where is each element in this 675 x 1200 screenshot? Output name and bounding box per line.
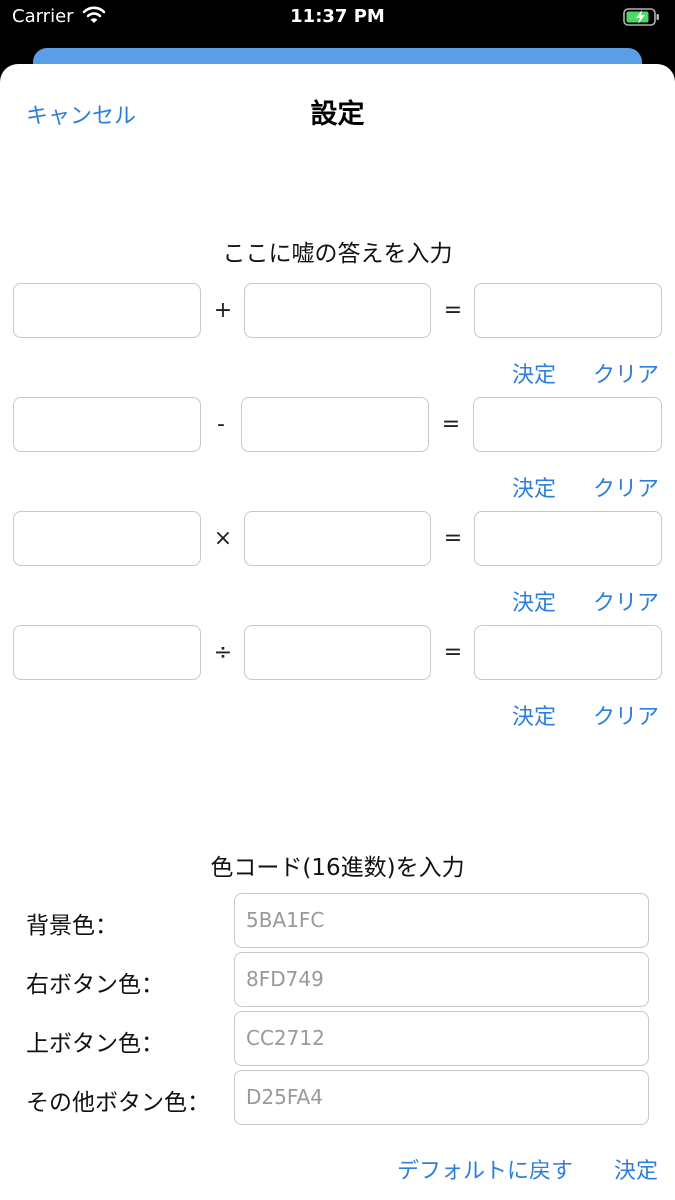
divide-operator: ÷ [213, 640, 233, 665]
division-clear-button[interactable]: クリア [593, 699, 659, 731]
color-code-section-title: 色コード(16進数)を入力 [210, 855, 465, 881]
plus-operator: + [213, 298, 233, 323]
equals-sign: = [443, 640, 463, 665]
right-button-color-label: 右ボタン色： [26, 972, 164, 998]
division-confirm-button[interactable]: 決定 [512, 699, 556, 731]
division-right-operand-input[interactable] [244, 625, 431, 680]
equals-sign: = [441, 412, 461, 437]
other-button-color-input[interactable]: D25FA4 [234, 1070, 649, 1125]
addition-clear-button[interactable]: クリア [593, 357, 659, 389]
addition-right-operand-input[interactable] [244, 283, 431, 338]
top-button-color-input[interactable]: CC2712 [234, 1011, 649, 1066]
subtraction-clear-button[interactable]: クリア [593, 471, 659, 503]
division-left-operand-input[interactable] [13, 625, 201, 680]
equals-sign: = [443, 298, 463, 323]
multiplication-confirm-button[interactable]: 決定 [512, 585, 556, 617]
status-bar: Carrier 11:37 PM [0, 0, 675, 34]
right-button-color-input[interactable]: 8FD749 [234, 952, 649, 1007]
page-title: 設定 [310, 99, 365, 130]
addition-fake-answer-input[interactable] [474, 283, 662, 338]
minus-operator: - [217, 412, 225, 437]
reset-default-button[interactable]: デフォルトに戻す [397, 1153, 573, 1185]
equals-sign: = [443, 526, 463, 551]
addition-left-operand-input[interactable] [13, 283, 201, 338]
fake-answer-section-title: ここに嘘の答えを入力 [222, 241, 453, 267]
subtraction-fake-answer-input[interactable] [473, 397, 662, 452]
times-operator: × [213, 526, 233, 551]
addition-confirm-button[interactable]: 決定 [512, 357, 556, 389]
background-color-label: 背景色： [26, 913, 118, 939]
multiplication-right-operand-input[interactable] [244, 511, 431, 566]
battery-charging-icon [623, 7, 661, 31]
other-button-color-label: その他ボタン色： [26, 1090, 210, 1116]
background-color-input[interactable]: 5BA1FC [234, 893, 649, 948]
clock: 11:37 PM [290, 6, 385, 27]
subtraction-left-operand-input[interactable] [13, 397, 201, 452]
division-fake-answer-input[interactable] [474, 625, 662, 680]
multiplication-clear-button[interactable]: クリア [593, 585, 659, 617]
multiplication-left-operand-input[interactable] [13, 511, 201, 566]
color-confirm-button[interactable]: 決定 [614, 1153, 658, 1185]
top-button-color-label: 上ボタン色： [26, 1031, 164, 1057]
subtraction-right-operand-input[interactable] [241, 397, 429, 452]
settings-sheet: キャンセル 設定 ここに嘘の答えを入力 + = 決定 クリア - = 決定 クリ… [0, 64, 675, 1200]
subtraction-confirm-button[interactable]: 決定 [512, 471, 556, 503]
multiplication-fake-answer-input[interactable] [474, 511, 662, 566]
